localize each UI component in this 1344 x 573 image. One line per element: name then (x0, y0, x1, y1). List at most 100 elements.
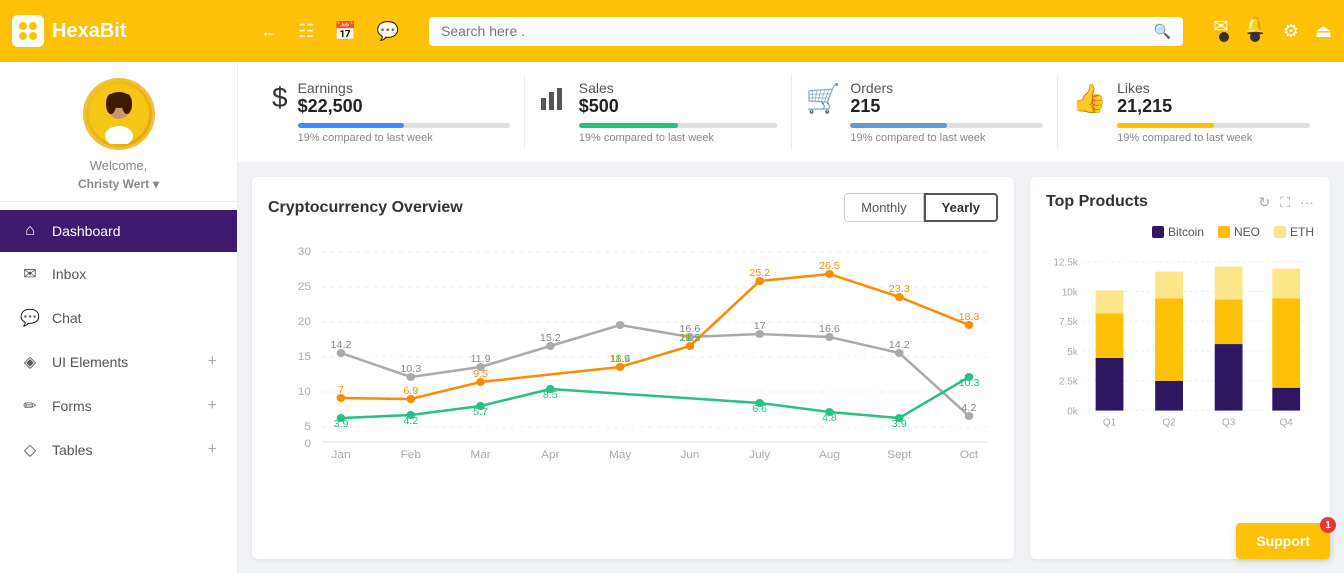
svg-text:23.3: 23.3 (889, 284, 910, 295)
cart-icon: 🛒 (806, 82, 841, 115)
stat-info: Sales $500 19% compared to last week (579, 80, 777, 144)
svg-text:10k: 10k (1062, 287, 1078, 298)
stat-bar (579, 123, 777, 128)
svg-text:0: 0 (304, 438, 311, 450)
top-products-panel: Top Products ↻ ⛶ ··· Bitcoin NEO (1030, 177, 1330, 559)
back-icon[interactable]: ← (260, 21, 278, 42)
stat-label: Orders (850, 80, 1043, 96)
chart-icon (539, 82, 569, 119)
chart-toggle: Monthly Yearly (844, 193, 998, 222)
svg-text:Feb: Feb (401, 449, 421, 461)
svg-text:Q2: Q2 (1162, 417, 1176, 428)
legend-bitcoin: Bitcoin (1152, 225, 1204, 239)
svg-text:18.3: 18.3 (959, 312, 980, 323)
chart-section: Cryptocurrency Overview Monthly Yearly (252, 177, 1014, 559)
stat-label: Sales (579, 80, 777, 96)
grid-icon[interactable]: ☷ (298, 21, 314, 42)
expand-icon[interactable]: + (208, 397, 217, 415)
sidebar-item-dashboard[interactable]: ⌂ Dashboard (0, 210, 237, 252)
thumbsup-icon: 👍 (1072, 82, 1107, 115)
main-layout: Welcome, Christy Wert ▾ ⌂ Dashboard ✉ In… (0, 62, 1344, 573)
sidebar-item-forms[interactable]: ✏ Forms + (0, 384, 237, 428)
header-actions: ✉ 🔔 ⚙ ⏏ (1213, 16, 1332, 47)
svg-text:5: 5 (304, 421, 311, 433)
expand-icon[interactable]: + (208, 353, 217, 371)
svg-text:20: 20 (298, 316, 311, 328)
power-icon[interactable]: ⏏ (1315, 21, 1332, 42)
svg-text:10.3: 10.3 (959, 378, 980, 389)
forms-icon: ✏ (20, 396, 40, 416)
sidebar-item-label: Chat (52, 310, 82, 326)
stat-info: Likes 21,215 19% compared to last week (1117, 80, 1310, 144)
sidebar-nav: ⌂ Dashboard ✉ Inbox 💬 Chat ◈ UI Elements… (0, 202, 237, 480)
sidebar-item-chat[interactable]: 💬 Chat (0, 296, 237, 340)
svg-text:Apr: Apr (541, 449, 560, 461)
search-input[interactable] (441, 23, 1154, 39)
stat-bar (298, 123, 510, 128)
calendar-icon[interactable]: 📅 (334, 21, 356, 42)
chart-header: Cryptocurrency Overview Monthly Yearly (268, 193, 998, 222)
expand-icon[interactable]: + (208, 441, 217, 459)
svg-text:Sept: Sept (887, 449, 912, 461)
svg-text:July: July (749, 449, 770, 461)
svg-text:Q4: Q4 (1280, 417, 1294, 428)
svg-text:Aug: Aug (819, 449, 840, 461)
svg-text:2.5k: 2.5k (1059, 377, 1078, 388)
monthly-toggle[interactable]: Monthly (844, 193, 924, 222)
logo-text: HexaBit (52, 20, 126, 43)
stat-value: 215 (850, 96, 1043, 117)
yearly-toggle[interactable]: Yearly (924, 193, 998, 222)
search-icon: 🔍 (1154, 23, 1171, 40)
chart-title: Cryptocurrency Overview (268, 199, 463, 217)
legend-neo: NEO (1218, 225, 1260, 239)
refresh-icon[interactable]: ↻ (1258, 194, 1270, 211)
svg-text:Mar: Mar (470, 449, 491, 461)
line-chart: 30 25 20 15 10 5 0 Jan Feb Mar Apr May (268, 232, 998, 472)
svg-text:7: 7 (338, 385, 344, 396)
eth-dot (1274, 226, 1286, 238)
svg-text:26.5: 26.5 (819, 261, 840, 272)
panel-actions: ↻ ⛶ ··· (1258, 194, 1314, 211)
support-button[interactable]: Support 1 (1236, 523, 1330, 559)
svg-text:0k: 0k (1067, 407, 1078, 418)
svg-text:14.2: 14.2 (331, 340, 352, 351)
sidebar-item-label: Forms (52, 398, 92, 414)
more-icon[interactable]: ··· (1300, 194, 1314, 211)
stat-value: $500 (579, 96, 777, 117)
legend-eth: ETH (1274, 225, 1314, 239)
svg-text:11.9: 11.9 (610, 354, 630, 365)
svg-text:Q3: Q3 (1222, 417, 1236, 428)
eth-label: ETH (1290, 225, 1314, 239)
panel-header: Top Products ↻ ⛶ ··· (1046, 193, 1314, 211)
inbox-icon: ✉ (20, 264, 40, 284)
svg-text:15.2: 15.2 (540, 333, 561, 344)
stats-bar: $ Earnings $22,500 19% compared to last … (238, 62, 1344, 163)
stat-compare: 19% compared to last week (1117, 132, 1310, 144)
svg-text:Q1: Q1 (1103, 417, 1117, 428)
svg-text:6.6: 6.6 (752, 404, 767, 415)
notification-icon[interactable]: 🔔 (1244, 16, 1266, 47)
user-dropdown-icon[interactable]: ▾ (153, 177, 159, 191)
bar-chart: 12.5k 10k 7.5k 5k 2.5k 0k Q1 (1046, 251, 1314, 451)
sidebar-item-label: Tables (52, 442, 92, 458)
stat-compare: 19% compared to last week (850, 132, 1043, 144)
expand-icon[interactable]: ⛶ (1280, 194, 1290, 211)
stat-compare: 19% compared to last week (579, 132, 777, 144)
sidebar-item-tables[interactable]: ◇ Tables + (0, 428, 237, 472)
chat-icon[interactable]: 💬 (377, 21, 399, 42)
svg-text:25.2: 25.2 (749, 268, 770, 279)
stat-bar (1117, 123, 1310, 128)
mail-icon[interactable]: ✉ (1213, 16, 1228, 47)
svg-text:Jun: Jun (680, 449, 699, 461)
tables-icon: ◇ (20, 440, 40, 460)
bitcoin-label: Bitcoin (1168, 225, 1204, 239)
dollar-icon: $ (272, 82, 288, 114)
settings-icon[interactable]: ⚙ (1283, 21, 1299, 42)
svg-text:4.2: 4.2 (403, 416, 418, 427)
svg-text:3.9: 3.9 (334, 419, 349, 430)
svg-text:4.8: 4.8 (822, 413, 837, 424)
header-nav: ← ☷ 📅 💬 (260, 21, 399, 42)
svg-text:5k: 5k (1067, 347, 1078, 358)
sidebar-item-ui-elements[interactable]: ◈ UI Elements + (0, 340, 237, 384)
sidebar-item-inbox[interactable]: ✉ Inbox (0, 252, 237, 296)
